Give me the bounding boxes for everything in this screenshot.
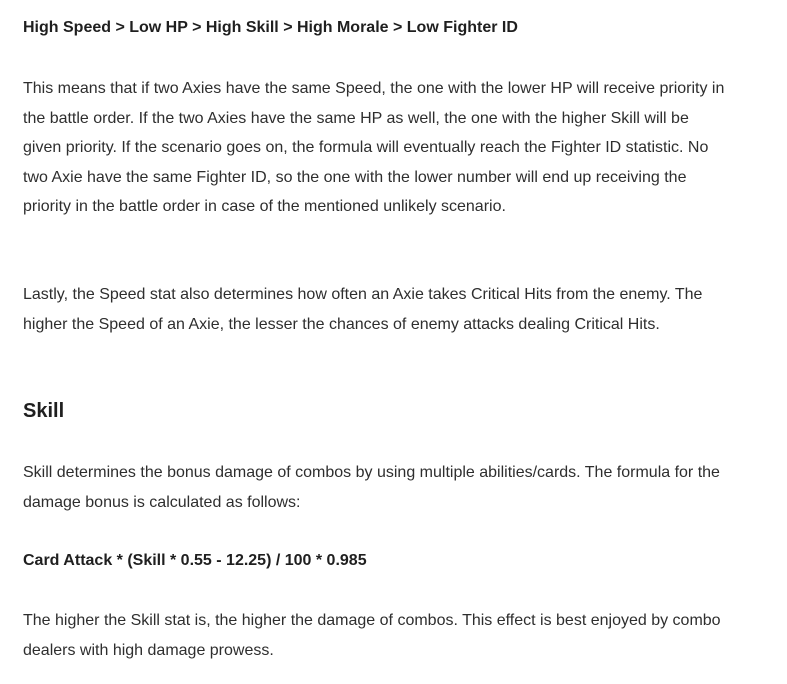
damage-formula: Card Attack * (Skill * 0.55 - 12.25) / 1… [23, 552, 367, 569]
critical-hits-paragraph: Lastly, the Speed stat also determines h… [23, 286, 703, 333]
skill-intro-paragraph: Skill determines the bonus damage of com… [23, 464, 720, 511]
priority-formula: High Speed > Low HP > High Skill > High … [23, 19, 518, 36]
priority-explanation-paragraph: This means that if two Axies have the sa… [23, 80, 725, 215]
skill-heading: Skill [23, 400, 65, 422]
skill-effect-paragraph: The higher the Skill stat is, the higher… [23, 612, 721, 659]
